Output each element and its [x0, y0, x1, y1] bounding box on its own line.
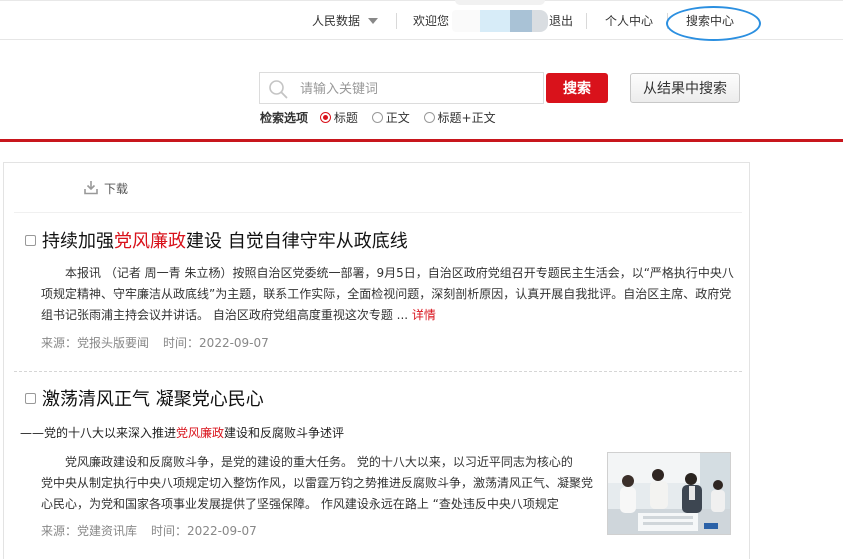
title-text: 建设 自觉自律守牢从政底线: [186, 231, 408, 252]
option-body-label: 正文: [385, 111, 410, 125]
result-thumbnail-image[interactable]: [607, 452, 731, 535]
data-menu[interactable]: 人民数据: [312, 12, 379, 30]
source-value: 党建资讯库: [77, 524, 138, 538]
search-options-label: 检索选项: [260, 111, 309, 125]
subtitle-highlight: 党风廉政: [176, 426, 225, 440]
welcome-text: 欢迎您: [413, 14, 450, 28]
username-redacted-3: [510, 10, 532, 32]
result-meta: 来源：党建资讯库 时间：2022-09-07: [41, 522, 257, 539]
option-title-label: 标题: [333, 111, 358, 125]
download-label: 下载: [104, 182, 129, 196]
result-snippet: 本报讯 （记者 周一青 朱立杨）按照自治区党委统一部署，9月5日，自治区政府党组…: [41, 263, 741, 326]
option-title-body-label: 标题+正文: [437, 111, 496, 125]
snippet-line: 本报讯 （记者 周一青 朱立杨）按照自治区党委统一部署，9月5日，自治区政府党组…: [65, 266, 734, 280]
window-tab-fragment: [455, 0, 545, 5]
username-redacted-4: [532, 10, 548, 32]
result-title-link[interactable]: 持续加强党风廉政建设 自觉自律守牢从政底线: [42, 227, 408, 253]
search-box[interactable]: [259, 72, 544, 104]
snippet-text: 组书记张雨浦主持会议并讲话。 自治区政府党组高度重视这次专题 ...: [41, 308, 412, 322]
search-within-results-button[interactable]: 从结果中搜索: [630, 73, 740, 103]
radio-selected[interactable]: [319, 112, 331, 123]
header-divider: [0, 139, 843, 142]
time-value: 2022-09-07: [187, 524, 257, 538]
radio-unselected[interactable]: [371, 112, 383, 123]
personal-center-link[interactable]: 个人中心: [605, 12, 653, 30]
photo-illustration: [608, 453, 730, 534]
option-title[interactable]: 标题: [319, 109, 358, 127]
result-meta: 来源：党报头版要闻 时间：2022-09-07: [41, 334, 269, 351]
data-menu-label: 人民数据: [312, 14, 361, 28]
option-title-body[interactable]: 标题+正文: [423, 109, 496, 127]
snippet-line: 项规定精神、守牢廉洁从政底线”为主题，联系工作实际，全面检视问题，深刻剖析原因，…: [41, 287, 732, 301]
source-label: 来源：: [41, 524, 78, 538]
snippet-line: 党中央从制定执行中央八项规定切入整饬作风，以雷霆万钧之势推进反腐败斗争，激荡清风…: [41, 476, 594, 490]
time-label: 时间：: [151, 524, 188, 538]
results-panel: 下载 持续加强党风廉政建设 自觉自律守牢从政底线 本报讯 （记者 周一青 朱立杨…: [3, 162, 750, 559]
radio-unselected[interactable]: [423, 112, 435, 123]
result-snippet: 党风廉政建设和反腐败斗争，是党的建设的重大任务。 党的十八大以来，以习近平同志为…: [41, 452, 601, 515]
username-redacted-2: [480, 10, 510, 32]
title-highlight: 党风廉政: [114, 231, 186, 252]
result-checkbox[interactable]: [25, 235, 36, 246]
result-divider: [14, 371, 742, 372]
separator: [586, 13, 587, 29]
snippet-line: 组书记张雨浦主持会议并讲话。 自治区政府党组高度重视这次专题 ... 详情: [41, 305, 741, 326]
source-value: 党报头版要闻: [77, 336, 150, 350]
separator: [396, 13, 397, 29]
logout-link[interactable]: 退出: [549, 12, 573, 30]
title-text: 持续加强: [42, 231, 114, 252]
chevron-down-icon: [368, 17, 379, 24]
top-bar: 人民数据 欢迎您 退出 个人中心 搜索中心: [0, 0, 843, 41]
details-link[interactable]: 详情: [412, 308, 436, 322]
result-checkbox[interactable]: [25, 393, 36, 404]
highlight-circle-annotation: [666, 6, 761, 41]
result-subtitle: ——党的十八大以来深入推进党风廉政建设和反腐败斗争述评: [20, 424, 344, 441]
option-body[interactable]: 正文: [371, 109, 410, 127]
result-title-link[interactable]: 激荡清风正气 凝聚党心民心: [42, 385, 264, 411]
download-icon: [84, 181, 98, 195]
search-icon: [269, 80, 288, 99]
source-label: 来源：: [41, 336, 78, 350]
snippet-line: 心民心，为党和国家各项事业发展提供了坚强保障。 作风建设永远在路上 “查处违反中…: [41, 497, 559, 511]
time-label: 时间：: [163, 336, 200, 350]
search-options: 检索选项 标题 正文 标题+正文: [260, 109, 506, 127]
results-toolbar: 下载: [14, 163, 742, 213]
snippet-line: 党风廉政建设和反腐败斗争，是党的建设的重大任务。 党的十八大以来，以习近平同志为…: [65, 455, 573, 469]
subtitle-text: 建设和反腐败斗争述评: [224, 426, 345, 440]
search-input[interactable]: [300, 78, 535, 100]
subtitle-text: ——党的十八大以来深入推进: [20, 426, 177, 440]
search-button[interactable]: 搜索: [546, 73, 608, 103]
download-button[interactable]: 下载: [84, 180, 128, 197]
time-value: 2022-09-07: [199, 336, 269, 350]
